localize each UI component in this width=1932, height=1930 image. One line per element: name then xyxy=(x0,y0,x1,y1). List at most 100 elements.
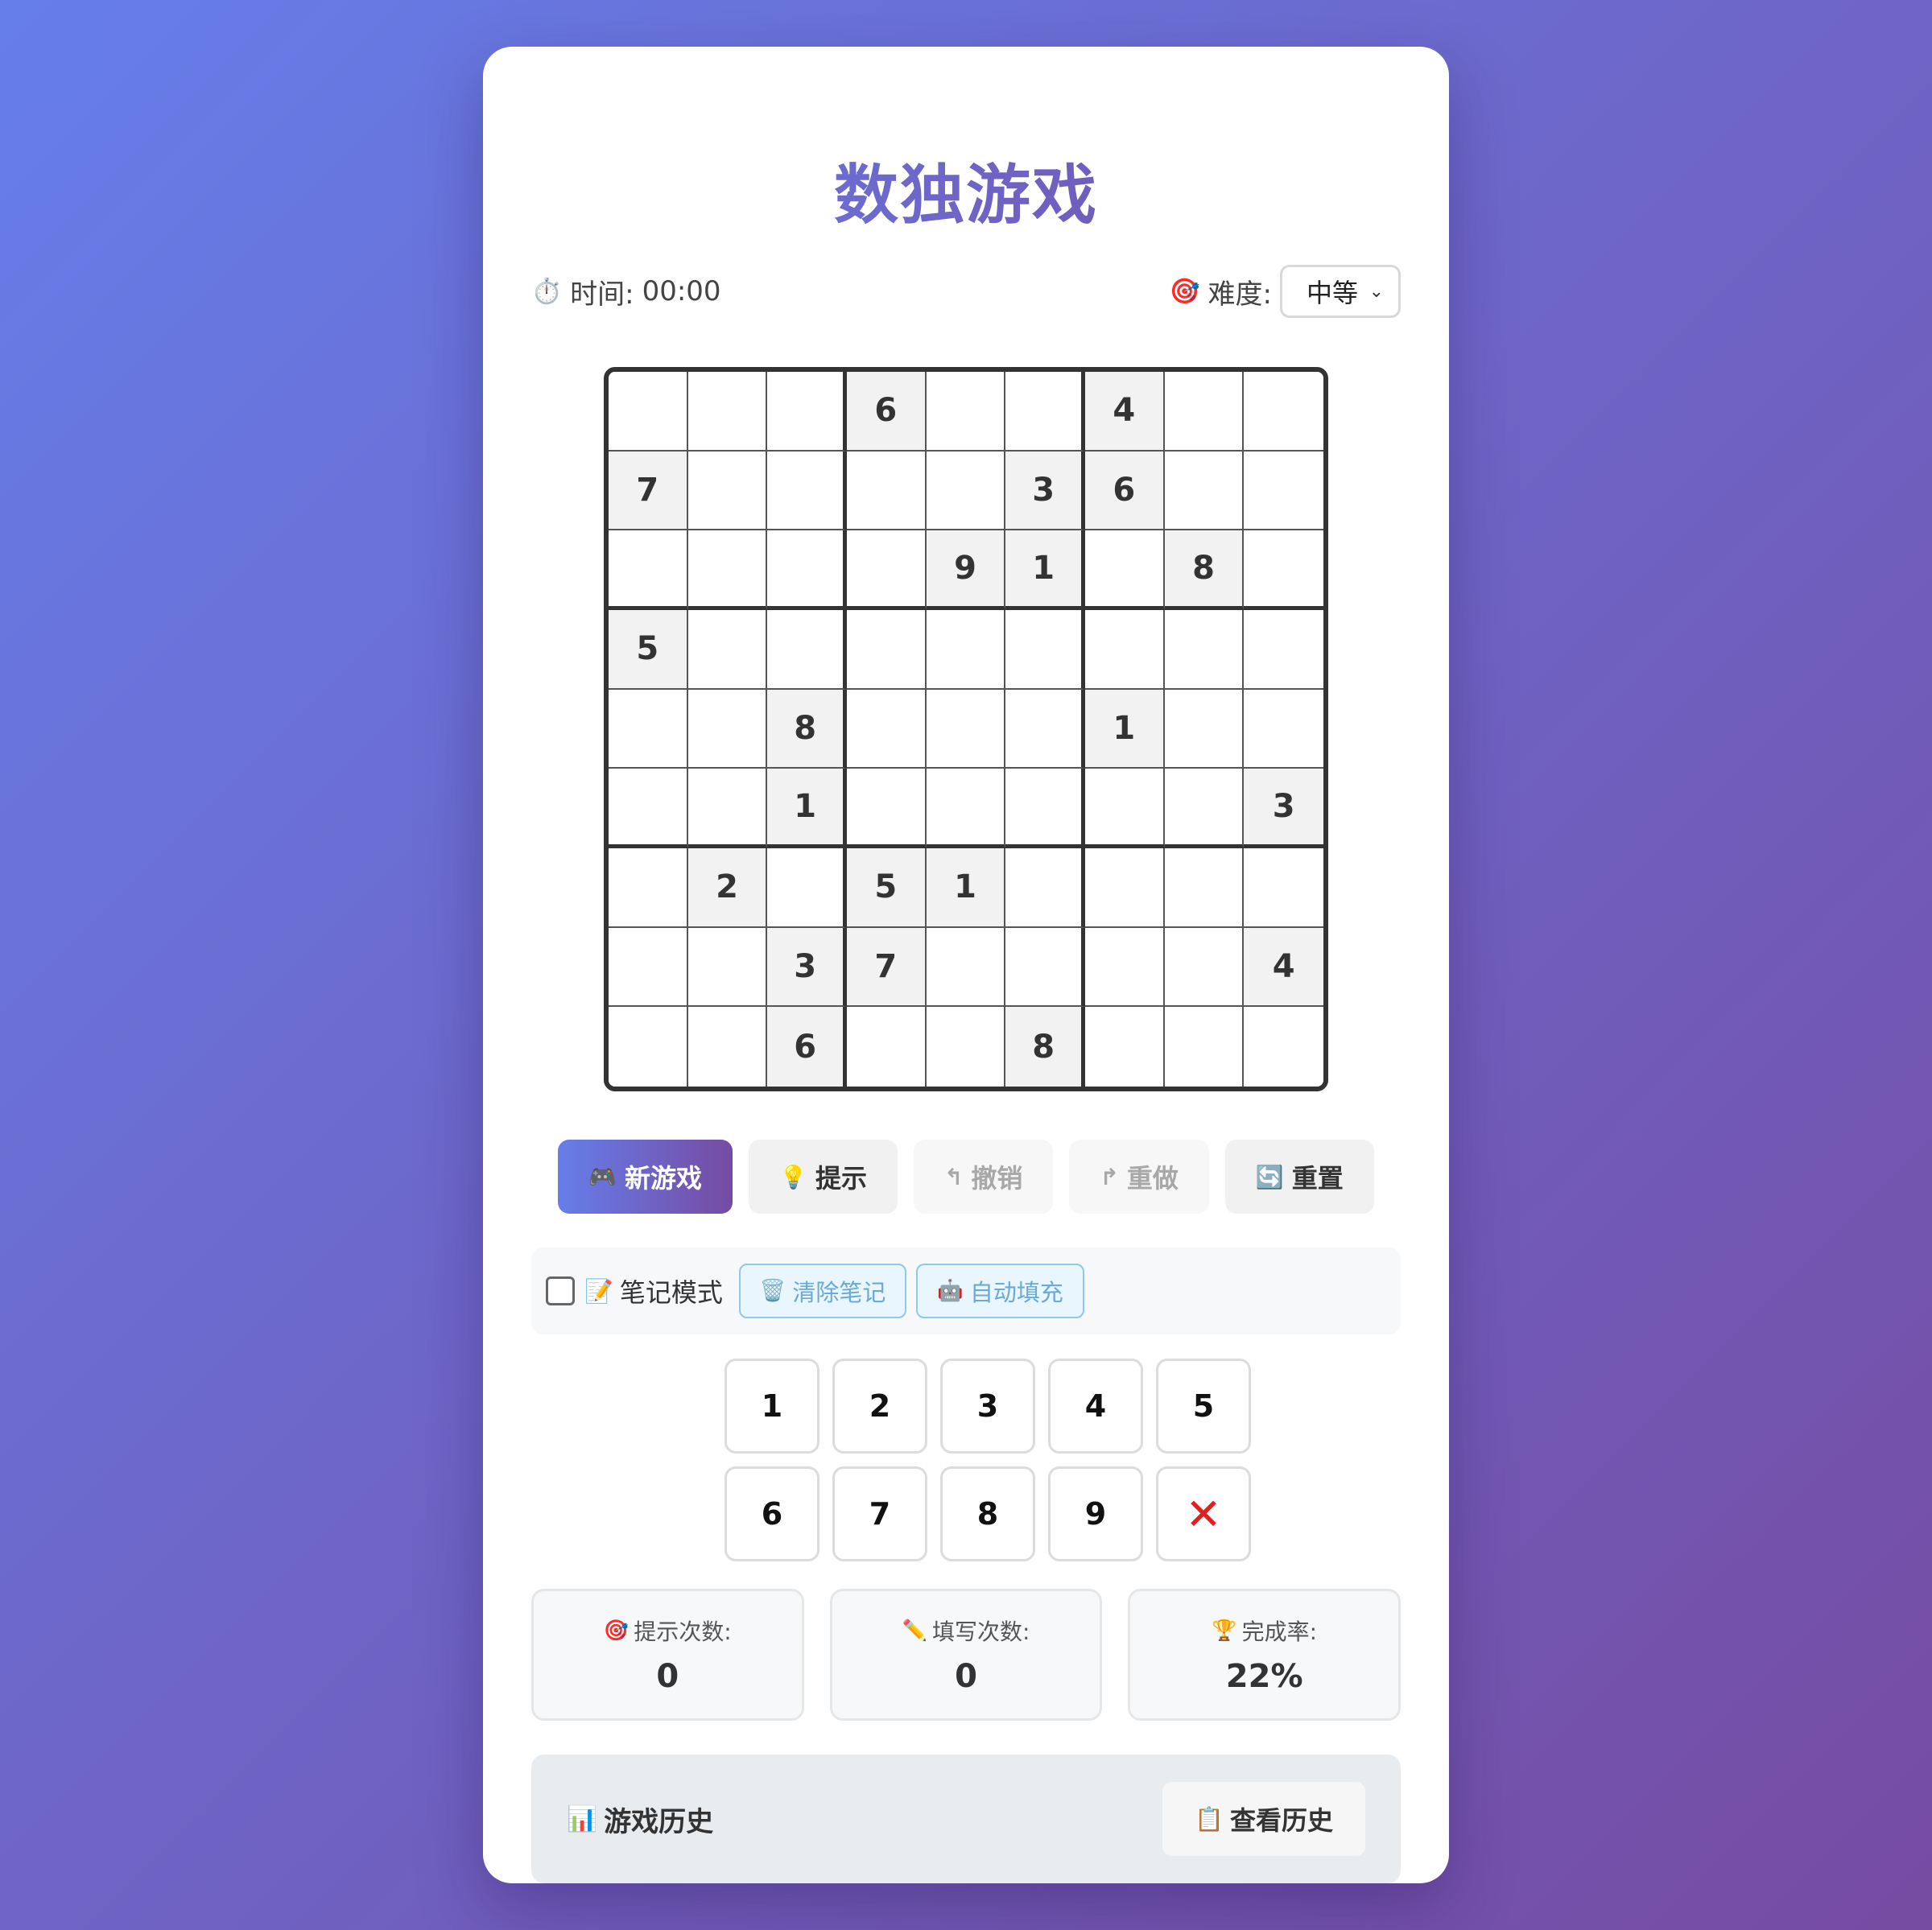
sudoku-cell[interactable]: 4 xyxy=(1244,927,1323,1008)
sudoku-cell[interactable]: 5 xyxy=(609,609,688,690)
sudoku-cell[interactable]: 6 xyxy=(846,372,927,452)
sudoku-cell[interactable] xyxy=(1164,769,1245,848)
notes-mode-checkbox[interactable] xyxy=(546,1276,575,1305)
number-button-1[interactable]: 1 xyxy=(724,1359,819,1454)
sudoku-cell[interactable]: 3 xyxy=(767,927,847,1008)
sudoku-cell[interactable] xyxy=(687,530,768,610)
sudoku-cell[interactable] xyxy=(846,1007,927,1087)
sudoku-cell[interactable]: 1 xyxy=(926,847,1006,928)
sudoku-cell[interactable] xyxy=(767,372,847,452)
sudoku-cell[interactable] xyxy=(1005,689,1085,769)
sudoku-cell[interactable] xyxy=(1084,927,1165,1008)
sudoku-cell[interactable] xyxy=(1005,609,1085,690)
number-button-3[interactable]: 3 xyxy=(940,1359,1035,1454)
sudoku-cell[interactable]: 1 xyxy=(767,769,847,848)
sudoku-cell[interactable] xyxy=(687,451,768,531)
sudoku-cell[interactable]: 5 xyxy=(846,847,927,928)
sudoku-cell[interactable] xyxy=(1005,769,1085,848)
sudoku-cell[interactable] xyxy=(609,689,688,769)
sudoku-cell[interactable] xyxy=(1244,689,1323,769)
sudoku-cell[interactable] xyxy=(767,847,847,928)
sudoku-cell[interactable] xyxy=(1244,1007,1323,1087)
sudoku-cell[interactable] xyxy=(1084,847,1165,928)
sudoku-cell[interactable] xyxy=(1244,530,1323,610)
difficulty-select[interactable]: 中等 ⌄ xyxy=(1280,265,1401,318)
number-button-5[interactable]: 5 xyxy=(1156,1359,1251,1454)
sudoku-cell[interactable] xyxy=(1164,847,1245,928)
sudoku-cell[interactable]: 4 xyxy=(1084,372,1165,452)
sudoku-cell[interactable] xyxy=(687,1007,768,1087)
sudoku-cell[interactable] xyxy=(926,609,1006,690)
sudoku-cell[interactable] xyxy=(846,689,927,769)
sudoku-cell[interactable] xyxy=(1164,372,1245,452)
number-button-6[interactable]: 6 xyxy=(724,1466,819,1561)
view-history-button[interactable]: 📋 查看历史 xyxy=(1162,1782,1365,1856)
sudoku-cell[interactable] xyxy=(767,609,847,690)
sudoku-cell[interactable] xyxy=(1244,609,1323,690)
sudoku-cell[interactable]: 6 xyxy=(767,1007,847,1087)
sudoku-cell[interactable] xyxy=(1084,530,1165,610)
sudoku-cell[interactable]: 1 xyxy=(1084,689,1165,769)
sudoku-cell[interactable]: 3 xyxy=(1005,451,1085,531)
sudoku-cell[interactable] xyxy=(1005,927,1085,1008)
sudoku-cell[interactable] xyxy=(1084,609,1165,690)
sudoku-cell[interactable] xyxy=(1005,847,1085,928)
sudoku-cell[interactable] xyxy=(609,530,688,610)
number-button-2[interactable]: 2 xyxy=(832,1359,927,1454)
undo-button[interactable]: ↰ 撤销 xyxy=(913,1140,1054,1214)
sudoku-cell[interactable] xyxy=(1164,1007,1245,1087)
sudoku-cell[interactable]: 9 xyxy=(926,530,1006,610)
sudoku-cell[interactable] xyxy=(1244,451,1323,531)
sudoku-cell[interactable] xyxy=(687,927,768,1008)
sudoku-cell[interactable]: 2 xyxy=(687,847,768,928)
redo-button[interactable]: ↱ 重做 xyxy=(1069,1140,1209,1214)
sudoku-cell[interactable] xyxy=(846,530,927,610)
sudoku-cell[interactable] xyxy=(609,1007,688,1087)
sudoku-cell[interactable] xyxy=(926,451,1006,531)
sudoku-cell[interactable]: 1 xyxy=(1005,530,1085,610)
sudoku-cell[interactable] xyxy=(1244,372,1323,452)
sudoku-cell[interactable] xyxy=(1244,847,1323,928)
autofill-button[interactable]: 🤖 自动填充 xyxy=(916,1264,1084,1318)
sudoku-cell[interactable] xyxy=(687,769,768,848)
sudoku-cell[interactable] xyxy=(1164,609,1245,690)
sudoku-cell[interactable] xyxy=(926,927,1006,1008)
sudoku-cell[interactable]: 7 xyxy=(609,451,688,531)
sudoku-cell[interactable] xyxy=(926,689,1006,769)
hint-button[interactable]: 💡 提示 xyxy=(749,1140,898,1214)
sudoku-cell[interactable] xyxy=(1005,372,1085,452)
sudoku-cell[interactable] xyxy=(767,530,847,610)
sudoku-cell[interactable]: 3 xyxy=(1244,769,1323,848)
sudoku-cell[interactable]: 8 xyxy=(767,689,847,769)
sudoku-cell[interactable] xyxy=(767,451,847,531)
sudoku-cell[interactable] xyxy=(609,769,688,848)
sudoku-cell[interactable] xyxy=(1164,927,1245,1008)
number-button-8[interactable]: 8 xyxy=(940,1466,1035,1561)
sudoku-cell[interactable]: 8 xyxy=(1164,530,1245,610)
sudoku-cell[interactable]: 8 xyxy=(1005,1007,1085,1087)
sudoku-cell[interactable] xyxy=(1164,451,1245,531)
sudoku-cell[interactable] xyxy=(846,769,927,848)
sudoku-cell[interactable]: 7 xyxy=(846,927,927,1008)
sudoku-cell[interactable] xyxy=(1084,769,1165,848)
sudoku-cell[interactable] xyxy=(687,372,768,452)
sudoku-cell[interactable] xyxy=(609,847,688,928)
sudoku-cell[interactable]: 6 xyxy=(1084,451,1165,531)
sudoku-cell[interactable] xyxy=(1164,689,1245,769)
sudoku-cell[interactable] xyxy=(846,609,927,690)
reset-button[interactable]: 🔄 重置 xyxy=(1224,1140,1374,1214)
sudoku-cell[interactable] xyxy=(926,769,1006,848)
sudoku-cell[interactable] xyxy=(1084,1007,1165,1087)
number-button-4[interactable]: 4 xyxy=(1048,1359,1143,1454)
sudoku-cell[interactable] xyxy=(609,927,688,1008)
sudoku-cell[interactable] xyxy=(846,451,927,531)
sudoku-cell[interactable] xyxy=(687,609,768,690)
sudoku-cell[interactable] xyxy=(926,372,1006,452)
erase-button[interactable]: ✕ xyxy=(1156,1466,1251,1561)
clear-notes-button[interactable]: 🗑️ 清除笔记 xyxy=(738,1264,907,1318)
number-button-9[interactable]: 9 xyxy=(1048,1466,1143,1561)
sudoku-cell[interactable] xyxy=(926,1007,1006,1087)
number-button-7[interactable]: 7 xyxy=(832,1466,927,1561)
sudoku-cell[interactable] xyxy=(687,689,768,769)
new-game-button[interactable]: 🎮 新游戏 xyxy=(558,1140,733,1214)
